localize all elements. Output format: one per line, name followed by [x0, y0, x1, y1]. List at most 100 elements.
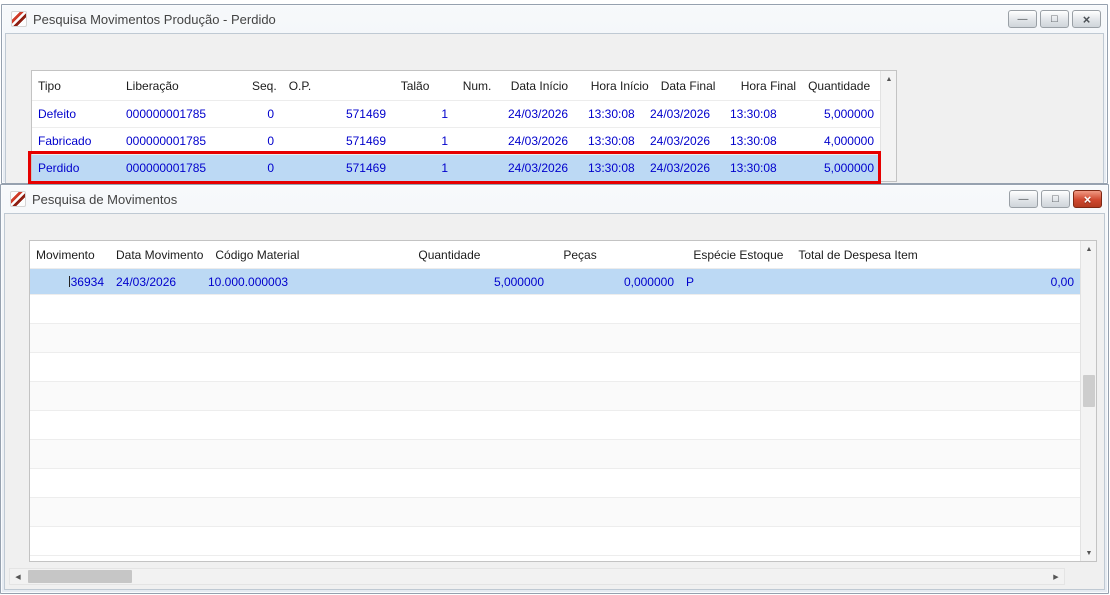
column-header[interactable]: Movimento: [30, 248, 110, 262]
cell: 571469: [345, 134, 386, 148]
cell: 571469: [345, 107, 386, 121]
column-header[interactable]: Seq.: [246, 79, 283, 93]
column-header[interactable]: Hora Final: [735, 79, 802, 93]
grid-header-row: Tipo Liberação Seq. O.P. Talão Num. Data Iníci…: [32, 71, 880, 101]
text-cursor: [68, 275, 70, 287]
app-icon[interactable]: [11, 11, 27, 27]
empty-row: [30, 353, 1080, 382]
cell: 1: [441, 107, 448, 121]
cell: 5,000000: [823, 161, 874, 175]
cell: 13:30:08: [730, 134, 777, 148]
caption-buttons: — □ ×: [1008, 10, 1101, 28]
column-header[interactable]: Quantidade: [412, 248, 557, 262]
cell: 13:30:08: [730, 161, 777, 175]
cell: 000000001785: [126, 134, 207, 148]
caption-buttons: — □ ×: [1009, 190, 1102, 208]
column-header[interactable]: Peças: [557, 248, 687, 262]
scroll-left-icon[interactable]: ◀: [10, 569, 26, 584]
table-row[interactable]: 36934 24/03/2026 10.000.000003 5,000000 0,00…: [30, 269, 1080, 295]
cell: 10.000.000003: [208, 274, 289, 289]
grid-header-row: Movimento Data Movimento Código Material Qu…: [30, 241, 1080, 269]
cell: 5,000000: [493, 274, 544, 289]
cell: 000000001785: [126, 161, 207, 175]
cell: 24/03/2026: [650, 107, 711, 121]
scroll-right-icon[interactable]: ▶: [1048, 569, 1064, 584]
window-pesquisa-movimentos-producao: Pesquisa Movimentos Produção - Perdido —…: [1, 4, 1108, 184]
cell: 0,000000: [623, 274, 674, 289]
cell: 24/03/2026: [650, 134, 711, 148]
cell: 36934: [68, 274, 104, 289]
vertical-scrollbar[interactable]: ▲: [880, 71, 896, 181]
close-button[interactable]: ×: [1072, 10, 1101, 28]
scroll-up-icon[interactable]: ▲: [881, 71, 896, 87]
column-header[interactable]: Hora Início: [585, 79, 655, 93]
column-header[interactable]: Espécie Estoque: [687, 248, 792, 262]
column-header[interactable]: Total de Despesa Item: [792, 248, 1080, 262]
column-header[interactable]: Liberação: [120, 79, 246, 93]
cell: Defeito: [38, 107, 77, 121]
column-header[interactable]: Código Material: [209, 248, 412, 262]
cell: 24/03/2026: [650, 161, 711, 175]
scroll-down-icon[interactable]: ▼: [1081, 545, 1096, 561]
minimize-button[interactable]: —: [1009, 190, 1038, 208]
titlebar-movimentos[interactable]: Pesquisa de Movimentos — □ ×: [1, 185, 1108, 213]
empty-row: [30, 382, 1080, 411]
column-header[interactable]: O.P.: [283, 79, 395, 93]
cell: 24/03/2026: [116, 274, 177, 289]
empty-row: [30, 440, 1080, 469]
empty-row: [30, 527, 1080, 556]
cell: 1: [441, 161, 448, 175]
column-header[interactable]: Data Movimento: [110, 248, 209, 262]
table-row[interactable]: Fabricado 000000001785 0 571469 1 24/03/2026 1…: [32, 128, 880, 155]
column-header[interactable]: Data Final: [655, 79, 735, 93]
titlebar-producao[interactable]: Pesquisa Movimentos Produção - Perdido —…: [2, 5, 1107, 33]
cell: 24/03/2026: [508, 107, 569, 121]
empty-row: [30, 295, 1080, 324]
cell: 13:30:08: [588, 107, 635, 121]
table-row[interactable]: Perdido 000000001785 0 571469 1 24/03/2026 13:…: [32, 155, 880, 181]
cell: 13:30:08: [588, 134, 635, 148]
vertical-scrollbar[interactable]: ▲ ▼: [1080, 241, 1096, 561]
empty-row: [30, 469, 1080, 498]
window-title: Pesquisa de Movimentos: [32, 191, 178, 207]
cell: 0: [267, 107, 274, 121]
scroll-up-icon[interactable]: ▲: [1081, 241, 1096, 257]
cell: 0: [267, 134, 274, 148]
cell: 13:30:08: [588, 161, 635, 175]
empty-row: [30, 411, 1080, 440]
cell: 571469: [345, 161, 386, 175]
production-movements-grid: ▲ Tipo Liberação Seq. O.P. Talão Num. Data Iní…: [31, 70, 897, 182]
horizontal-scrollbar[interactable]: ◀ ▶: [9, 568, 1065, 585]
maximize-button[interactable]: □: [1040, 10, 1069, 28]
scrollbar-thumb[interactable]: [28, 570, 132, 583]
movements-grid: ▲ ▼ Movimento Data Movimento Código Materi…: [29, 240, 1097, 562]
minimize-button[interactable]: —: [1008, 10, 1037, 28]
column-header[interactable]: Talão: [395, 79, 457, 93]
cell: Perdido: [38, 161, 80, 175]
column-header[interactable]: Tipo: [32, 79, 120, 93]
close-button[interactable]: ×: [1073, 190, 1102, 208]
table-row[interactable]: Defeito 000000001785 0 571469 1 24/03/2026 13:…: [32, 101, 880, 128]
column-header[interactable]: Data Início: [505, 79, 585, 93]
cell: Fabricado: [38, 134, 92, 148]
cell: 4,000000: [823, 134, 874, 148]
cell: 13:30:08: [730, 107, 777, 121]
cell: 1: [441, 134, 448, 148]
column-header[interactable]: Num.: [457, 79, 505, 93]
cell: 0: [267, 161, 274, 175]
column-header[interactable]: Quantidade: [802, 79, 880, 93]
cell: 000000001785: [126, 107, 207, 121]
scrollbar-thumb[interactable]: [1083, 375, 1095, 407]
window-title: Pesquisa Movimentos Produção - Perdido: [33, 11, 276, 27]
app-icon[interactable]: [10, 191, 26, 207]
maximize-button[interactable]: □: [1041, 190, 1070, 208]
window-client-area: ▲ Tipo Liberação Seq. O.P. Talão Num. Data Iní…: [5, 33, 1104, 184]
cell: 24/03/2026: [508, 134, 569, 148]
empty-row: [30, 498, 1080, 527]
window-pesquisa-de-movimentos: Pesquisa de Movimentos — □ × ▲ ▼ Movimen…: [0, 184, 1109, 594]
cell: 0,00: [1050, 274, 1074, 289]
empty-row: [30, 324, 1080, 353]
cell: 24/03/2026: [508, 161, 569, 175]
cell: 5,000000: [823, 107, 874, 121]
scrollbar-track[interactable]: [132, 569, 1048, 584]
